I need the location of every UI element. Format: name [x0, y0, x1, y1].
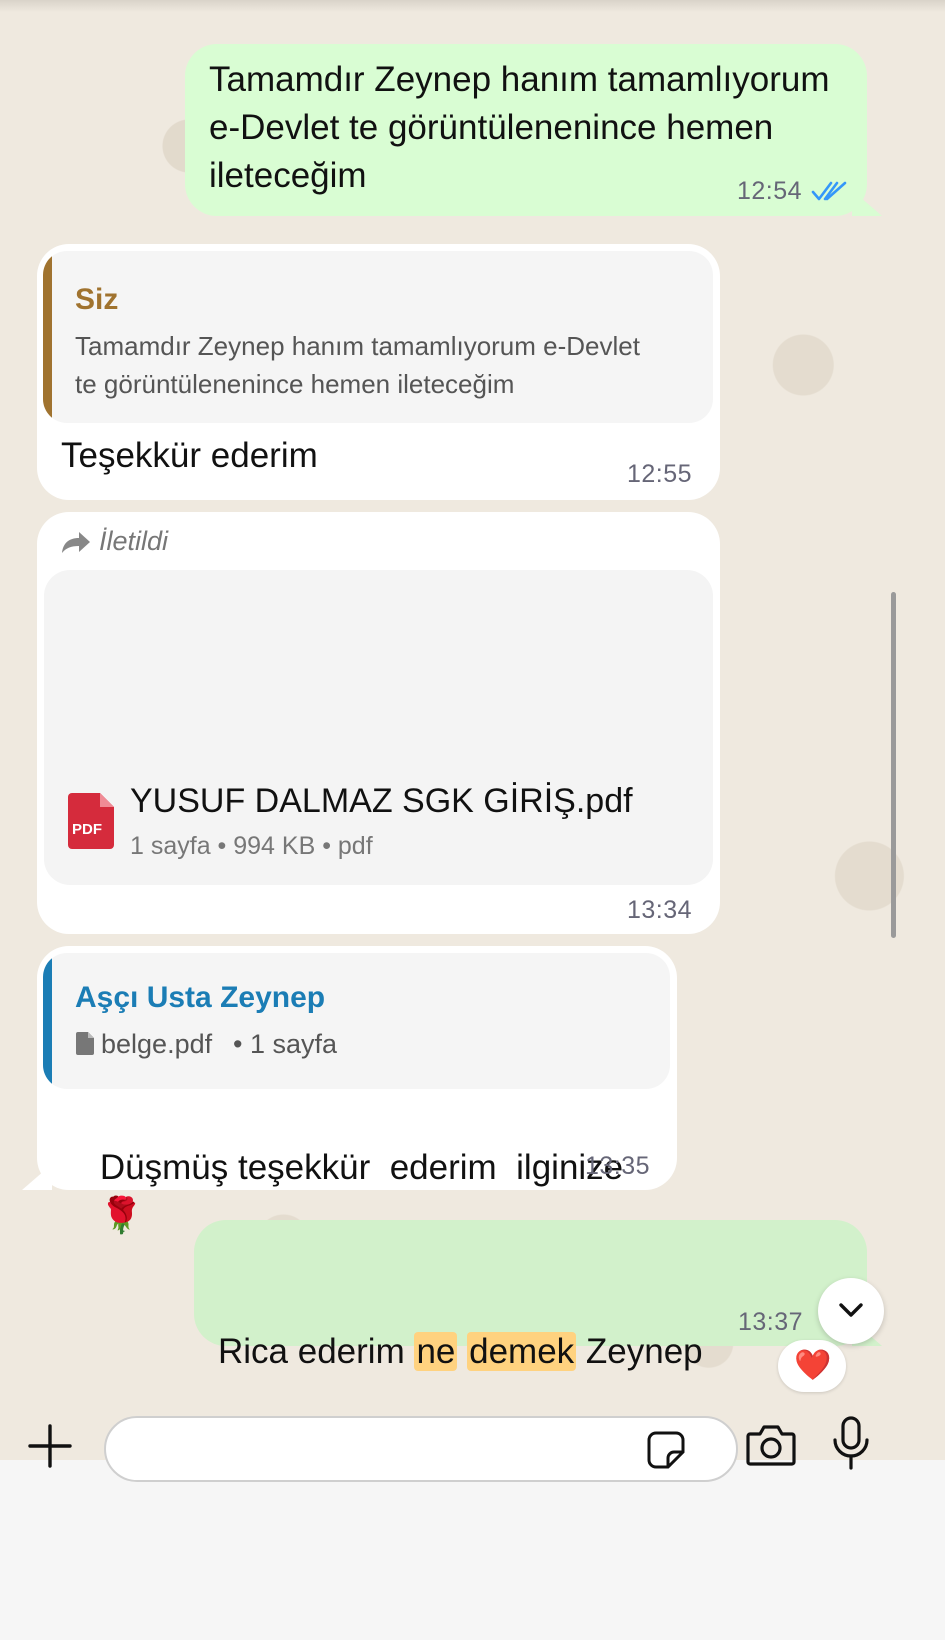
heart-reaction: ❤️ — [794, 1348, 832, 1383]
chevron-down-icon — [839, 1303, 863, 1317]
incoming-message-3[interactable]: İletildi PDF YUSUF DALMAZ SGK GİRİŞ.pdf … — [37, 512, 720, 934]
message-text-line: e-Devlet te görüntülenenince hemen — [209, 108, 774, 147]
plus-icon[interactable] — [28, 1424, 72, 1468]
rose-emoji: 🌹 — [99, 1196, 144, 1236]
scrollbar[interactable] — [891, 592, 896, 938]
quoted-message[interactable]: Aşçı Usta Zeynep belge.pdf • 1 sayfa — [43, 953, 670, 1089]
outgoing-message-5[interactable]: Rica ederim ne demek Zeynep hanimcigim☺️… — [194, 1220, 867, 1516]
message-text: Düşmüş teşekkür ederim ilginize — [99, 1148, 624, 1187]
quote-author: Aşçı Usta Zeynep — [75, 981, 326, 1014]
message-time: 13:35 — [585, 1152, 651, 1180]
quote-file-name: belge.pdf — [101, 1029, 213, 1059]
message-time: 13:34 — [627, 896, 693, 924]
quote-text-line: te görüntülenenince hemen ileteceğim — [75, 369, 515, 399]
pdf-preview-area — [44, 570, 713, 770]
search-highlight: ne — [414, 1332, 458, 1371]
search-highlight: demek — [467, 1332, 577, 1371]
quote-file-meta: • 1 sayfa — [233, 1029, 338, 1059]
file-meta: 1 sayfa • 994 KB • pdf — [130, 832, 373, 860]
forwarded-label: İletildi — [99, 526, 169, 556]
pdf-icon-label: PDF — [72, 821, 102, 838]
pdf-attachment[interactable]: PDF YUSUF DALMAZ SGK GİRİŞ.pdf 1 sayfa •… — [44, 570, 713, 885]
message-text-part: Rica ederim — [218, 1332, 415, 1371]
bubble-tail — [22, 1164, 52, 1190]
reaction-badge[interactable]: ❤️ — [778, 1340, 846, 1392]
quote-text-line: Tamamdır Zeynep hanım tamamlıyorum e-Dev… — [75, 331, 640, 361]
message-text: Teşekkür ederim — [61, 436, 318, 475]
quote-accent-bar — [43, 251, 52, 423]
outgoing-message-1[interactable]: Tamamdır Zeynep hanım tamamlıyorum e-Dev… — [185, 44, 867, 216]
file-name: YUSUF DALMAZ SGK GİRİŞ.pdf — [130, 782, 633, 820]
camera-icon[interactable] — [746, 1424, 796, 1466]
incoming-message-2[interactable]: Siz Tamamdır Zeynep hanım tamamlıyorum e… — [37, 244, 720, 500]
microphone-icon[interactable] — [832, 1416, 870, 1470]
message-text-part: Zeynep — [576, 1332, 703, 1371]
quote-accent-bar — [43, 953, 52, 1089]
message-time: 12:54 — [737, 177, 803, 205]
quote-author: Siz — [75, 283, 119, 316]
bubble-tail — [852, 190, 882, 216]
document-icon — [76, 1032, 94, 1055]
message-input[interactable] — [104, 1416, 738, 1482]
message-text-part — [457, 1332, 467, 1371]
top-shadow — [0, 0, 945, 12]
scroll-down-button[interactable] — [818, 1278, 884, 1344]
sticker-icon[interactable] — [646, 1430, 686, 1470]
quoted-message[interactable]: Siz Tamamdır Zeynep hanım tamamlıyorum e… — [43, 251, 713, 423]
message-time: 13:37 — [738, 1308, 804, 1336]
message-text-line: Tamamdır Zeynep hanım tamamlıyorum — [209, 60, 830, 99]
composer-bar — [0, 1416, 945, 1640]
incoming-message-4[interactable]: Aşçı Usta Zeynep belge.pdf • 1 sayfa Düş… — [37, 946, 677, 1236]
forward-icon — [62, 532, 90, 553]
read-ticks-icon — [811, 181, 847, 201]
message-time: 12:55 — [627, 460, 693, 488]
